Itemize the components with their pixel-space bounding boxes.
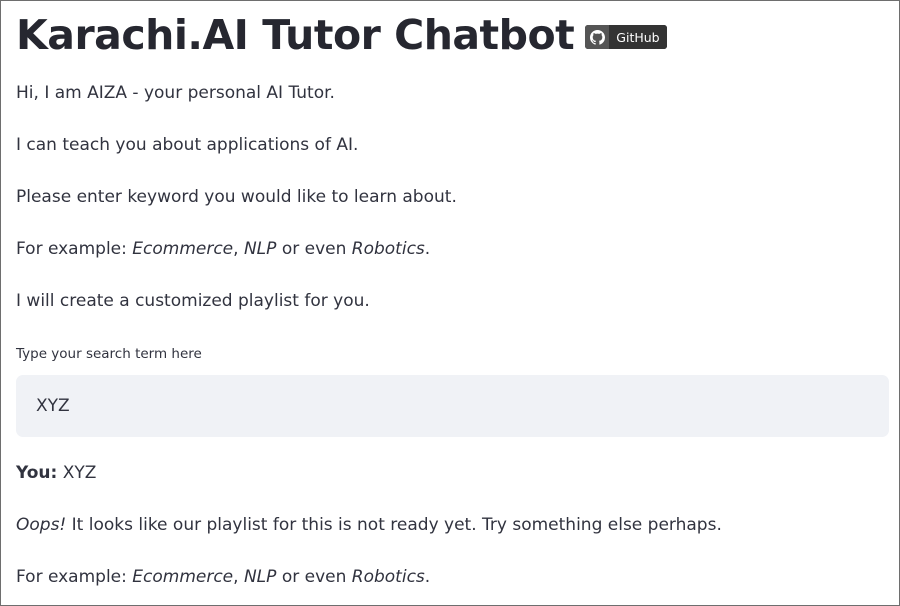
example-separator: or even [276,567,352,587]
example-item-nlp: NLP [243,567,277,587]
example-suffix: . [424,239,431,259]
example-prefix: For example: [16,567,133,587]
search-input[interactable] [16,375,889,437]
github-icon [585,25,610,49]
example-prefix: For example: [16,239,133,259]
chat-user-prefix: You: [16,463,58,483]
intro-instruction: Please enter keyword you would like to l… [16,187,457,207]
intro-example: For example: Ecommerce, NLP or even Robo… [16,237,430,261]
example-separator: , [233,567,244,587]
example-item-robotics: Robotics [351,239,425,259]
chat-bot-response: Oops! It looks like our playlist for thi… [16,513,722,537]
header: Karachi.AI Tutor Chatbot GitHub [16,9,667,61]
page-title: Karachi.AI Tutor Chatbot [16,11,575,59]
intro-greeting: Hi, I am AIZA - your personal AI Tutor. [16,83,335,103]
example-item-ecommerce: Ecommerce [132,567,234,587]
example-separator: , [233,239,244,259]
chat-user-message: You: XYZ [16,461,96,485]
chat-user-text: XYZ [57,463,97,483]
chat-response-emphasis: Oops! [16,515,67,535]
intro-playlist: I will create a customized playlist for … [16,291,370,311]
search-label: Type your search term here [16,346,202,362]
example-separator: or even [276,239,352,259]
chat-example: For example: Ecommerce, NLP or even Robo… [16,565,430,589]
github-badge[interactable]: GitHub [585,25,667,49]
example-item-ecommerce: Ecommerce [132,239,234,259]
chat-response-text: It looks like our playlist for this is n… [66,515,722,535]
example-item-nlp: NLP [243,239,277,259]
intro-capability: I can teach you about applications of AI… [16,135,359,155]
example-item-robotics: Robotics [351,567,425,587]
app-page: Karachi.AI Tutor Chatbot GitHub Hi, I am… [1,1,899,605]
github-badge-label: GitHub [609,25,667,49]
example-suffix: . [424,567,431,587]
